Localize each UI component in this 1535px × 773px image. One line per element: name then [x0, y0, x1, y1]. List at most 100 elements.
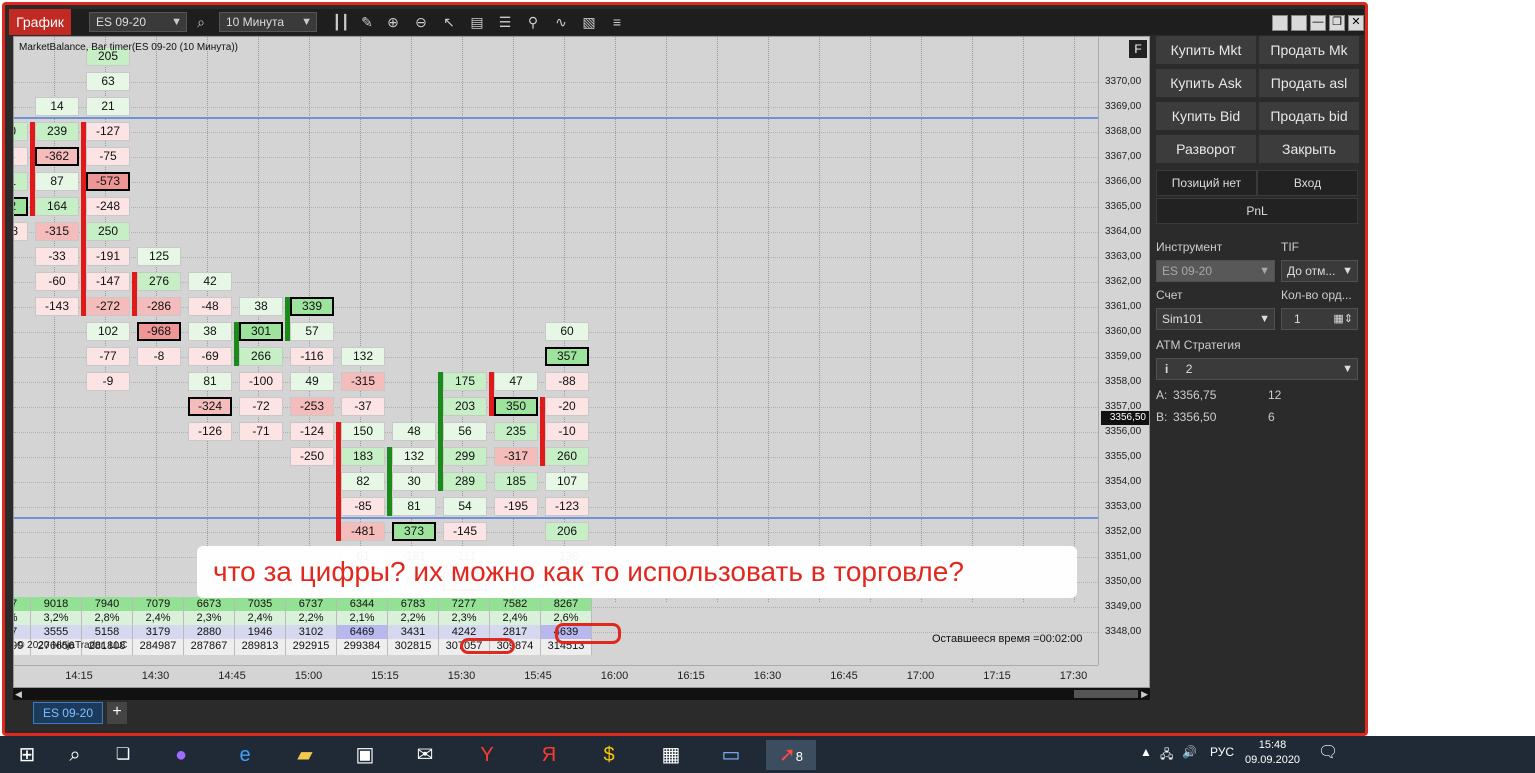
tab-es-09-20[interactable]: ES 09-20: [33, 702, 103, 724]
alice-icon[interactable]: ●: [166, 740, 196, 770]
atm-strategy-select[interactable]: i 2 ▼: [1156, 358, 1358, 380]
menu-list-icon[interactable]: ≡: [607, 12, 627, 32]
price-tick-label: 3356,00: [1105, 426, 1142, 437]
atm-strategy-value: 2: [1185, 362, 1193, 376]
edge-browser-icon[interactable]: e: [230, 740, 260, 770]
footprint-cell: 250: [86, 222, 130, 241]
yandex-browser-icon[interactable]: Y: [472, 740, 502, 770]
zoom-in-icon[interactable]: ⊕: [383, 12, 403, 32]
copyright: © 2020 NinjaTrader, LLC: [17, 640, 128, 651]
footprint-cell: 183: [341, 447, 385, 466]
window-option-icon[interactable]: [1272, 15, 1288, 31]
close-position-button[interactable]: Закрыть: [1259, 135, 1359, 163]
time-tick-label: 15:00: [294, 670, 323, 682]
footprint-cell: 57: [290, 322, 334, 341]
footprint-cell: -37: [341, 397, 385, 416]
window-option-icon[interactable]: [1291, 15, 1307, 31]
tif-select[interactable]: До отм... ▼: [1281, 260, 1358, 282]
interval-select[interactable]: 10 Минута ▼: [219, 12, 317, 32]
candle-body: [489, 372, 494, 416]
file-explorer-icon[interactable]: ▰: [290, 740, 320, 770]
cursor-icon[interactable]: ↖: [439, 12, 459, 32]
volume-icon[interactable]: 🔊: [1182, 745, 1197, 759]
price-tick-label: 3351,00: [1105, 551, 1142, 562]
footprint-cell: 42: [188, 272, 232, 291]
footprint-cell: -71: [239, 422, 283, 441]
remote-desktop-icon[interactable]: ▭: [716, 740, 746, 770]
footprint-cell: -968: [137, 322, 181, 341]
sell-ask-button[interactable]: Продать asl: [1259, 69, 1359, 97]
search-icon[interactable]: ⌕: [191, 12, 211, 32]
ninjatrader-icon[interactable]: ➚8: [766, 740, 816, 770]
close-icon[interactable]: ✕: [1348, 15, 1364, 31]
grid-line: [14, 132, 1098, 133]
footprint-cell: 63: [86, 72, 130, 91]
notifications-icon[interactable]: 🗨: [1318, 742, 1338, 762]
footprint-cell: -33: [35, 247, 79, 266]
task-view-icon[interactable]: ❏: [108, 740, 138, 770]
scroll-right-icon[interactable]: ▶: [1141, 688, 1148, 700]
time-tick-label: 16:00: [600, 670, 629, 682]
mail-icon[interactable]: ✉: [410, 740, 440, 770]
info-icon[interactable]: i: [1165, 362, 1168, 376]
time-axis[interactable]: 14:15 14:30 14:45 15:00 15:15 15:30 15:45 16:00…: [14, 665, 1098, 687]
footprint-cell: -286: [137, 297, 181, 316]
scroll-thumb[interactable]: [1074, 690, 1138, 698]
sell-bid-button[interactable]: Продать bid: [1259, 102, 1359, 130]
minimize-icon[interactable]: —: [1310, 15, 1326, 31]
f-badge[interactable]: F: [1129, 40, 1147, 58]
restore-icon[interactable]: ❐: [1329, 15, 1345, 31]
stat-cell: 287867: [184, 639, 235, 655]
language-indicator[interactable]: РУС: [1210, 745, 1234, 759]
footprint-cell: -248: [86, 197, 130, 216]
footprint-cell: -126: [188, 422, 232, 441]
stat-cell: 292915: [286, 639, 337, 655]
reverse-button[interactable]: Разворот: [1156, 135, 1256, 163]
quantity-label: Кол-во орд...: [1281, 288, 1352, 302]
buy-bid-button[interactable]: Купить Bid: [1156, 102, 1256, 130]
instrument-field[interactable]: ES 09-20 ▼: [1156, 260, 1275, 282]
buy-ask-button[interactable]: Купить Ask: [1156, 69, 1256, 97]
calculator-icon[interactable]: ▦⇕: [1333, 309, 1353, 329]
zoom-out-icon[interactable]: ⊖: [411, 12, 431, 32]
windows-start-icon[interactable]: ⊞: [12, 740, 42, 770]
footprint-cell: -362: [35, 147, 79, 166]
buy-market-button[interactable]: Купить Mkt: [1156, 36, 1256, 64]
calculator-icon[interactable]: ▦: [656, 740, 686, 770]
network-icon[interactable]: 🖧: [1160, 745, 1173, 766]
account-select[interactable]: Sim101 ▼: [1156, 308, 1275, 330]
quantity-stepper[interactable]: 1 ▦⇕: [1281, 308, 1358, 330]
tray-chevron-icon[interactable]: ▲: [1140, 745, 1152, 759]
store-icon[interactable]: ▣: [350, 740, 380, 770]
add-tab-button[interactable]: +: [107, 702, 127, 724]
footprint-cell: 266: [239, 347, 283, 366]
footprint-cell: 582: [14, 197, 28, 216]
strategies-icon[interactable]: ⚲: [523, 12, 543, 32]
candle-body: [234, 322, 239, 366]
windows-taskbar: ⊞ ⌕ ❏ ● e ▰ ▣ ✉ Y Я $ ▦ ▭ ➚8 ▲ 🖧 🔊 РУС 1…: [0, 736, 1535, 773]
instrument-label: Инструмент: [1156, 240, 1223, 254]
price-tick-label: 3360,00: [1105, 326, 1142, 337]
instrument-select[interactable]: ES 09-20 ▼: [89, 12, 187, 32]
current-price-marker: 3356,50: [1101, 411, 1149, 425]
price-axis[interactable]: 3370,00 3369,00 3368,00 3367,00 3366,00 3365,…: [1098, 37, 1149, 665]
draw-pencil-icon[interactable]: ✎: [357, 12, 377, 32]
footprint-cell: 47: [494, 372, 538, 391]
clock[interactable]: 15:48 09.09.2020: [1245, 738, 1300, 768]
horizontal-scrollbar[interactable]: ◀ ▶: [13, 688, 1150, 700]
indicators-icon[interactable]: ∿: [551, 12, 571, 32]
templates-icon[interactable]: ▧: [579, 12, 599, 32]
interval-select-value: 10 Минута: [226, 15, 285, 29]
scroll-left-icon[interactable]: ◀: [15, 688, 22, 700]
data-box-icon[interactable]: ▤: [467, 12, 487, 32]
highlight-oval: [555, 623, 621, 644]
time-tick-label: 16:45: [830, 670, 858, 682]
trading-app-icon[interactable]: $: [594, 740, 624, 770]
yandex-icon[interactable]: Я: [534, 740, 564, 770]
bar-style-icon[interactable]: ┃┃: [331, 12, 351, 32]
sell-market-button[interactable]: Продать Mk: [1259, 36, 1359, 64]
footprint-cell: 107: [545, 472, 589, 491]
search-icon[interactable]: ⌕: [60, 740, 90, 770]
app-tab-chart[interactable]: График: [9, 9, 71, 35]
properties-icon[interactable]: ☰: [495, 12, 515, 32]
